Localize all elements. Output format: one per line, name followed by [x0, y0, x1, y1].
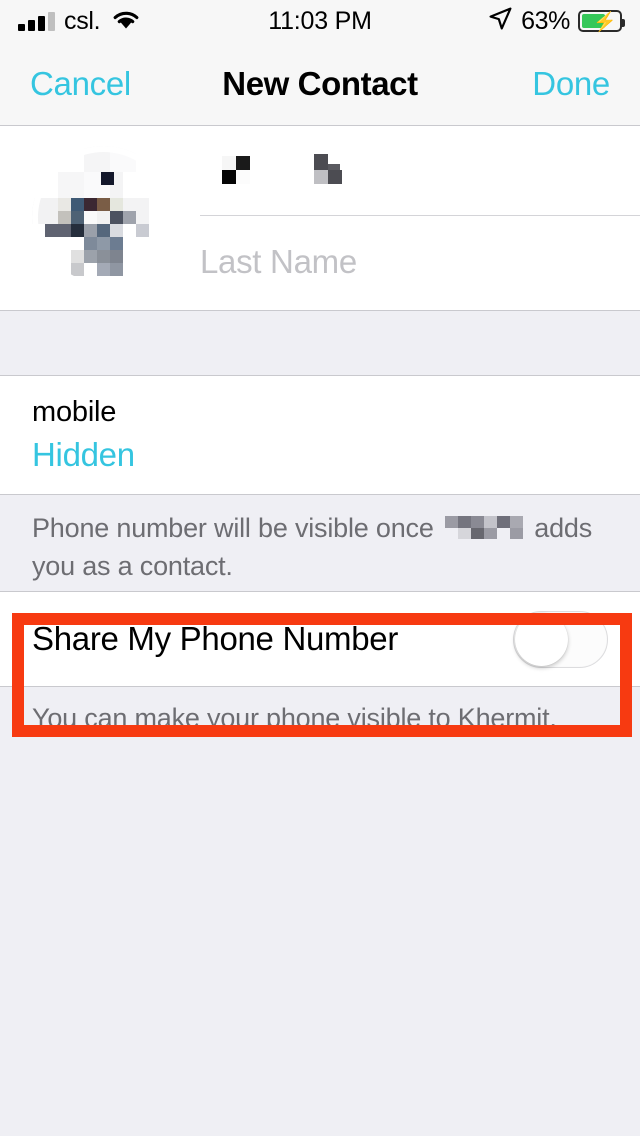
share-my-phone-number-label: Share My Phone Number — [32, 620, 399, 657]
share-my-phone-number-toggle[interactable] — [513, 610, 608, 668]
name-fields: Last Name — [200, 126, 640, 310]
phone-number-row[interactable]: mobile Hidden — [0, 376, 640, 495]
phone-visibility-footer: Phone number will be visible once adds y… — [0, 495, 640, 591]
status-bar-right: 63% ⚡ — [488, 6, 625, 36]
section-gap — [0, 311, 640, 376]
share-phone-footer: You can make your phone visible to Kherm… — [0, 687, 640, 736]
location-arrow-icon — [488, 6, 513, 36]
contact-photo-avatar[interactable] — [32, 146, 175, 289]
phone-type-label: mobile — [32, 396, 117, 428]
last-name-placeholder: Last Name — [200, 243, 357, 280]
last-name-input[interactable]: Last Name — [200, 217, 640, 307]
navigation-bar: Cancel New Contact Done — [0, 42, 640, 126]
carrier-label: csl. — [64, 6, 101, 35]
share-phone-footer-text: You can make your phone visible to Kherm… — [32, 703, 557, 733]
share-my-phone-number-row[interactable]: Share My Phone Number — [0, 591, 640, 687]
status-bar: csl. 11:03 PM 63% ⚡ — [0, 0, 640, 42]
first-name-redaction — [200, 148, 360, 194]
cancel-button[interactable]: Cancel — [30, 65, 131, 103]
name-card: Last Name — [0, 126, 640, 311]
first-name-input[interactable] — [200, 126, 640, 216]
status-bar-left: csl. — [18, 7, 141, 36]
footer-text-before: Phone number will be visible once — [32, 513, 434, 543]
done-button[interactable]: Done — [532, 65, 610, 103]
battery-charging-icon: ⚡ — [578, 10, 625, 33]
empty-area — [0, 735, 640, 1136]
cellular-signal-icon — [18, 11, 55, 31]
share-section: Share My Phone Number — [0, 591, 640, 687]
contact-name-redaction — [444, 512, 523, 549]
battery-percent-label: 63% — [521, 6, 570, 35]
phone-number-value[interactable]: Hidden — [32, 434, 608, 477]
avatar-pixelated-image — [32, 146, 175, 289]
toggle-knob[interactable] — [515, 612, 568, 666]
contact-screen: csl. 11:03 PM 63% ⚡ Cancel New Contact D… — [0, 0, 640, 1136]
phone-visibility-footer-text: Phone number will be visible once adds y… — [32, 511, 608, 583]
wifi-icon — [111, 8, 141, 35]
